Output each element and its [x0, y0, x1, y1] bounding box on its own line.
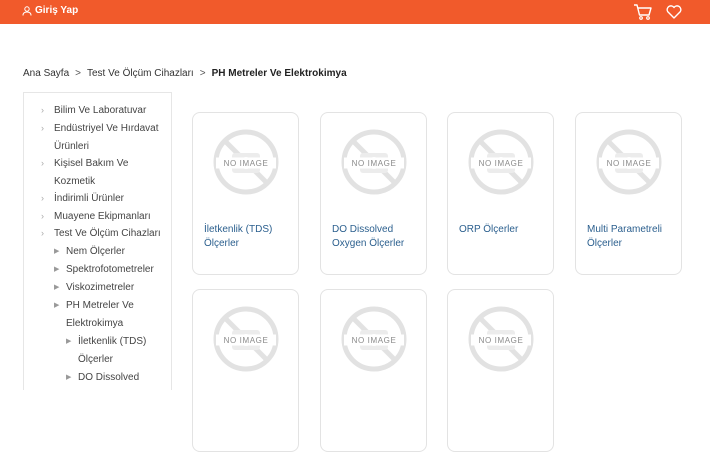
- chevron-right-icon: ›: [41, 105, 44, 115]
- no-image-text: NO IMAGE: [607, 159, 652, 168]
- breadcrumb-separator: >: [199, 68, 206, 79]
- no-image-text: NO IMAGE: [224, 336, 269, 345]
- no-image-placeholder-icon: NO IMAGE: [468, 129, 534, 195]
- sidebar-item-ph-meters[interactable]: ▶ PH Metreler Ve Elektrokimya: [54, 297, 134, 332]
- sidebar-item-science-lab[interactable]: › Bilim Ve Laboratuvar: [41, 102, 146, 120]
- chevron-right-icon: ›: [41, 193, 44, 203]
- product-card[interactable]: NO IMAGE: [320, 289, 427, 452]
- breadcrumb-current: PH Metreler Ve Elektrokimya: [211, 68, 347, 79]
- sidebar-item-personal-care[interactable]: › Kişisel Bakım Ve Kozmetik: [41, 155, 128, 190]
- product-card[interactable]: NO IMAGE ORP Ölçerler: [447, 112, 554, 275]
- sidebar-item-spectrophotometers[interactable]: ▶ Spektrofotometreler: [54, 261, 154, 279]
- chevron-right-icon: ›: [41, 158, 44, 168]
- breadcrumb-home[interactable]: Ana Sayfa: [23, 68, 69, 79]
- sidebar-item-industrial[interactable]: › Endüstriyel Ve Hırdavat Ürünleri: [41, 120, 159, 155]
- no-image-placeholder-icon: NO IMAGE: [213, 129, 279, 195]
- sidebar-item-humidity[interactable]: ▶ Nem Ölçerler: [54, 243, 125, 261]
- no-image-text: NO IMAGE: [352, 336, 397, 345]
- heart-icon[interactable]: [665, 3, 683, 21]
- no-image-placeholder-icon: NO IMAGE: [341, 306, 407, 372]
- caret-right-icon: ▶: [54, 266, 60, 273]
- product-card[interactable]: NO IMAGE: [447, 289, 554, 452]
- no-image-placeholder-icon: NO IMAGE: [341, 129, 407, 195]
- breadcrumb-separator: >: [75, 68, 81, 79]
- caret-right-icon: ▶: [66, 338, 72, 345]
- no-image-placeholder-icon: NO IMAGE: [468, 306, 534, 372]
- user-icon: [22, 5, 32, 16]
- no-image-placeholder-icon: NO IMAGE: [596, 129, 662, 195]
- product-card[interactable]: NO IMAGE İletkenlik (TDS) Ölçerler: [192, 112, 299, 275]
- sidebar-item-do-dissolved[interactable]: ▶ DO Dissolved: [66, 369, 139, 387]
- caret-right-icon: ▶: [54, 248, 60, 255]
- top-bar: Giriş Yap: [0, 0, 710, 24]
- caret-right-icon: ▶: [54, 302, 60, 309]
- cart-icon[interactable]: [633, 3, 653, 21]
- chevron-right-icon: ›: [41, 228, 44, 238]
- product-card[interactable]: NO IMAGE Multi Parametreli Ölçerler: [575, 112, 682, 275]
- no-image-text: NO IMAGE: [479, 336, 524, 345]
- sidebar-item-discounted[interactable]: › İndirimli Ürünler: [41, 190, 124, 208]
- caret-right-icon: ▶: [66, 374, 72, 381]
- no-image-text: NO IMAGE: [352, 159, 397, 168]
- chevron-right-icon: ›: [41, 211, 44, 221]
- breadcrumb-test-measurement[interactable]: Test Ve Ölçüm Cihazları: [87, 68, 194, 79]
- product-card[interactable]: NO IMAGE: [192, 289, 299, 452]
- breadcrumb: Ana Sayfa > Test Ve Ölçüm Cihazları > PH…: [23, 68, 347, 79]
- no-image-text: NO IMAGE: [224, 159, 269, 168]
- category-sidebar: › Bilim Ve Laboratuvar › Endüstriyel Ve …: [23, 92, 172, 390]
- sidebar-item-viscometers[interactable]: ▶ Viskozimetreler: [54, 279, 134, 297]
- product-title[interactable]: ORP Ölçerler: [459, 223, 547, 237]
- product-title[interactable]: Multi Parametreli Ölçerler: [587, 223, 675, 251]
- sidebar-item-test-measurement[interactable]: › Test Ve Ölçüm Cihazları: [41, 225, 161, 243]
- sidebar-item-conductivity[interactable]: ▶ İletkenlik (TDS) Ölçerler: [66, 333, 146, 368]
- product-card[interactable]: NO IMAGE DO Dissolved Oxygen Ölçerler: [320, 112, 427, 275]
- no-image-placeholder-icon: NO IMAGE: [213, 306, 279, 372]
- sidebar-item-inspection[interactable]: › Muayene Ekipmanları: [41, 208, 151, 226]
- product-title[interactable]: DO Dissolved Oxygen Ölçerler: [332, 223, 420, 251]
- product-title[interactable]: İletkenlik (TDS) Ölçerler: [204, 223, 292, 251]
- chevron-right-icon: ›: [41, 123, 44, 133]
- login-label: Giriş Yap: [35, 5, 79, 16]
- login-link[interactable]: Giriş Yap: [22, 5, 78, 16]
- no-image-text: NO IMAGE: [479, 159, 524, 168]
- caret-right-icon: ▶: [54, 284, 60, 291]
